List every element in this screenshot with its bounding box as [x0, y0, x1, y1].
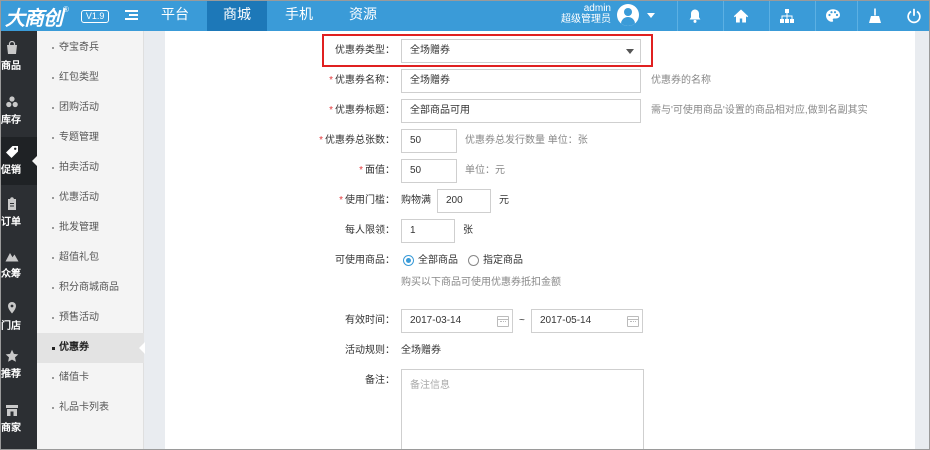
map-pin-icon	[5, 301, 19, 315]
tag-icon	[5, 145, 19, 159]
threshold-input[interactable]: 200	[437, 189, 491, 213]
coupon-name-hint: 优惠券的名称	[651, 75, 711, 86]
usable-goods-note: 购买以下商品可使用优惠券抵扣金额	[401, 277, 561, 288]
face-value-input[interactable]: 50	[401, 159, 457, 183]
brand-name: 大商创	[5, 7, 63, 30]
radio-all-goods[interactable]	[403, 255, 414, 266]
subnav-item[interactable]: 优惠活动	[37, 183, 144, 213]
brand-logo[interactable]: 大商创 ® V1.9	[5, 3, 110, 30]
radio-all-goods-label[interactable]: 全部商品	[418, 249, 458, 273]
coupon-total-hint: 优惠券总发行数量 单位：张	[465, 135, 588, 146]
coupon-total-label: 优惠券总张数：	[325, 135, 395, 146]
coupon-title-label: 优惠券标题：	[335, 105, 395, 116]
coupon-title-hint: 需与'可使用商品'设置的商品相对应,做到名副其实	[651, 105, 868, 116]
app-window: 大商创 ® V1.9 平台 商城 手机 资源 admin 超级管理员 商品 库存…	[0, 0, 930, 450]
subnav-item[interactable]: 超值礼包	[37, 243, 144, 273]
sidebar-item-recommend[interactable]: 推荐	[1, 341, 37, 389]
palette-icon[interactable]	[815, 1, 849, 31]
coupon-title-input[interactable]: 全部商品可用	[401, 99, 641, 123]
coupon-type-select[interactable]: 全场赠券	[401, 39, 641, 63]
subnav-item[interactable]: 礼品卡列表	[37, 393, 144, 423]
mountain-icon	[5, 249, 19, 263]
date-separator: ~	[519, 315, 525, 326]
tab-resources[interactable]: 资源	[331, 1, 395, 31]
subnav-item[interactable]: 积分商城商品	[37, 273, 144, 303]
store-icon	[5, 403, 19, 417]
face-value-label: 面值：	[365, 165, 395, 176]
subnav-item[interactable]: 红包类型	[37, 63, 144, 93]
bell-icon[interactable]	[677, 1, 711, 31]
broom-icon[interactable]	[857, 1, 891, 31]
rule-value: 全场赠券	[401, 345, 441, 356]
limit-label: 每人限领：	[345, 225, 395, 236]
home-icon[interactable]	[723, 1, 757, 31]
version-badge: V1.9	[80, 9, 110, 23]
subnav-item[interactable]: 团购活动	[37, 93, 144, 123]
sub-sidebar: 夺宝奇兵 红包类型 团购活动 专题管理 拍卖活动 优惠活动 批发管理 超值礼包 …	[37, 31, 145, 449]
coupon-total-input[interactable]: 50	[401, 129, 457, 153]
remark-textarea[interactable]: 备注信息	[401, 369, 644, 449]
sitemap-icon[interactable]	[769, 1, 803, 31]
clipboard-icon	[5, 197, 19, 211]
limit-input[interactable]: 1	[401, 219, 455, 243]
subnav-item[interactable]: 预售活动	[37, 303, 144, 333]
face-value-hint: 单位：元	[465, 165, 505, 176]
tab-mobile[interactable]: 手机	[267, 1, 331, 31]
top-bar: 大商创 ® V1.9 平台 商城 手机 资源 admin 超级管理员	[1, 1, 929, 31]
boxes-icon	[5, 95, 19, 109]
coupon-form: 优惠券类型： 全场赠券 * 优惠券名称： 全场赠券 优惠券的名称 * 优惠券标题： …	[165, 31, 917, 449]
remark-label: 备注：	[365, 375, 395, 386]
tab-mall[interactable]: 商城	[207, 1, 267, 31]
calendar-icon[interactable]	[627, 316, 639, 327]
sidebar-item-promotion[interactable]: 促销	[1, 137, 38, 185]
chevron-down-icon	[626, 49, 634, 54]
subnav-item[interactable]: 夺宝奇兵	[37, 33, 144, 63]
sidebar-item-goods[interactable]: 商品	[1, 33, 37, 81]
main-sidebar: 商品 库存 促销 订单 众筹 门店 推荐 商家	[1, 31, 38, 449]
tab-platform[interactable]: 平台	[143, 1, 207, 31]
subnav-item[interactable]: 拍卖活动	[37, 153, 144, 183]
sidebar-item-stock[interactable]: 库存	[1, 87, 37, 135]
rule-label: 活动规则：	[345, 345, 395, 356]
threshold-label: 使用门槛：	[345, 195, 395, 206]
user-name: admin	[583, 3, 611, 14]
calendar-icon[interactable]	[497, 316, 509, 327]
subnav-item-coupons[interactable]: 优惠券	[37, 333, 145, 363]
star-icon	[5, 349, 19, 363]
scrollbar[interactable]	[915, 31, 929, 449]
subnav-item[interactable]: 批发管理	[37, 213, 144, 243]
registered-mark: ®	[63, 5, 69, 14]
usable-goods-label: 可使用商品：	[335, 255, 395, 266]
coupon-name-input[interactable]: 全场赠券	[401, 69, 641, 93]
threshold-suffix: 元	[499, 195, 509, 206]
sidebar-item-stores[interactable]: 门店	[1, 293, 37, 341]
subnav-item[interactable]: 储值卡	[37, 363, 144, 393]
user-info[interactable]: admin 超级管理员	[559, 3, 611, 25]
sidebar-item-merchants[interactable]: 商家	[1, 395, 37, 443]
sidebar-item-orders[interactable]: 订单	[1, 189, 37, 237]
user-role: 超级管理员	[561, 14, 611, 25]
limit-suffix: 张	[463, 225, 473, 236]
coupon-type-label: 优惠券类型：	[335, 45, 395, 56]
power-icon[interactable]	[897, 1, 929, 31]
top-nav: 平台 商城 手机 资源	[143, 1, 395, 31]
sidebar-item-crowdfund[interactable]: 众筹	[1, 241, 37, 289]
avatar[interactable]	[617, 4, 639, 26]
menu-toggle-icon[interactable]	[125, 10, 138, 22]
subnav-item[interactable]: 专题管理	[37, 123, 144, 153]
valid-time-label: 有效时间：	[345, 315, 395, 326]
radio-some-goods[interactable]	[468, 255, 479, 266]
chevron-down-icon[interactable]	[647, 13, 655, 18]
bag-icon	[5, 40, 19, 55]
coupon-name-label: 优惠券名称：	[335, 75, 395, 86]
threshold-prefix: 购物满	[401, 195, 431, 206]
radio-some-goods-label[interactable]: 指定商品	[483, 249, 523, 273]
